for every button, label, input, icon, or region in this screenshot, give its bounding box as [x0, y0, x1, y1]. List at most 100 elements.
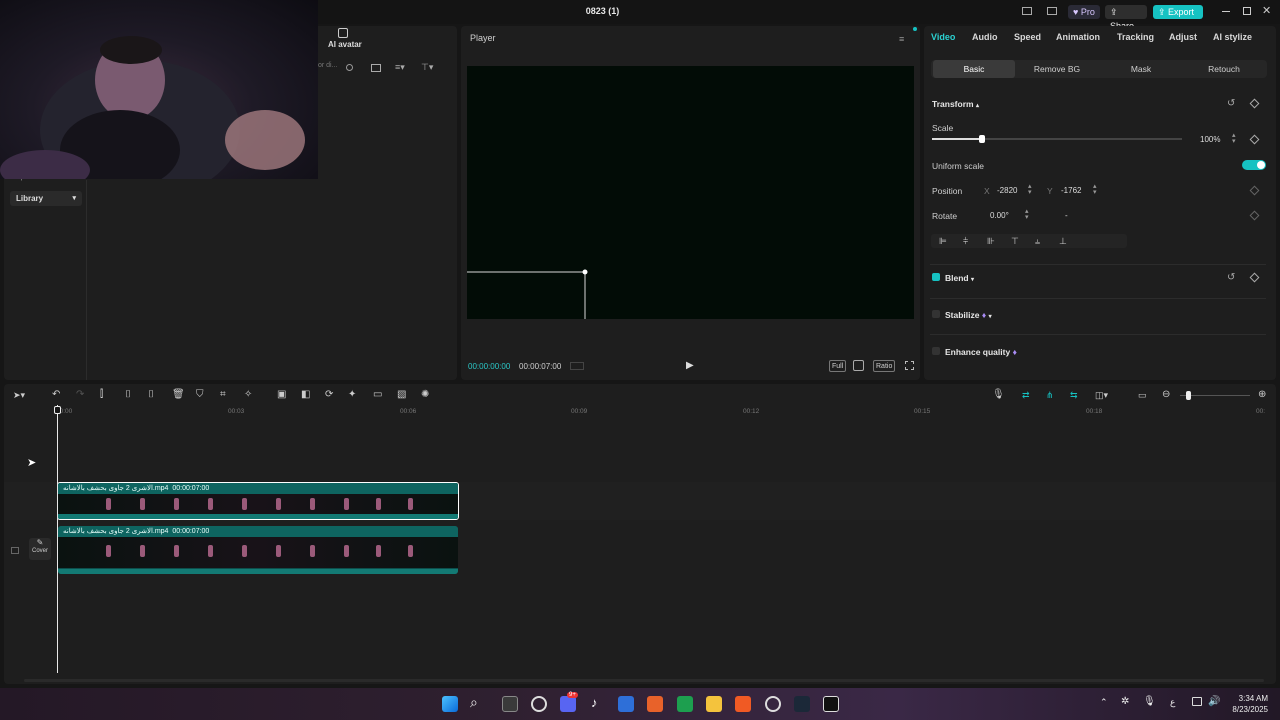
fullscreen-icon[interactable]: [905, 361, 914, 370]
scale-slider[interactable]: [932, 135, 1182, 143]
full-quality-button[interactable]: Full: [829, 360, 847, 372]
uniform-scale-toggle[interactable]: [1242, 160, 1266, 170]
language-indicator[interactable]: ع: [1170, 697, 1175, 708]
undo-icon[interactable]: ↶: [52, 389, 60, 400]
clock-time[interactable]: 3:34 AM: [1228, 694, 1268, 703]
mirror-icon[interactable]: ◧: [301, 389, 310, 400]
transform-title[interactable]: Transform ▴: [932, 99, 979, 109]
grid-view-icon[interactable]: [371, 64, 381, 72]
mic-tray-icon[interactable]: 🎙: [1143, 696, 1156, 707]
preview-axis-icon[interactable]: ◫▾: [1095, 390, 1108, 401]
clock-date[interactable]: 8/23/2025: [1222, 705, 1268, 714]
brave-icon[interactable]: [735, 696, 751, 712]
tab-adjust[interactable]: Adjust: [1169, 32, 1197, 42]
stepper-icon[interactable]: ▴ ▾: [1025, 208, 1029, 221]
sort-icon[interactable]: ≡▾: [395, 62, 405, 73]
blend-checkbox[interactable]: [932, 273, 940, 281]
zoom-slider-handle[interactable]: [1186, 391, 1191, 400]
close-icon[interactable]: ✕: [1262, 4, 1271, 17]
timeline-ruler[interactable]: 00:00 00:03 00:06 00:09 00:12 00:15 00:1…: [56, 405, 1276, 419]
subtab-retouch[interactable]: Retouch: [1183, 60, 1265, 78]
discord-icon[interactable]: [560, 696, 576, 712]
align-top-icon[interactable]: ⊤: [1011, 236, 1019, 247]
align-right-icon[interactable]: ⊪: [987, 236, 995, 247]
redo-icon[interactable]: ↷: [76, 389, 84, 400]
split-left-icon[interactable]: ⌷: [125, 389, 131, 400]
align-center-v-icon[interactable]: ⫨: [1035, 236, 1040, 247]
zoom-in-icon[interactable]: ⊕: [1258, 389, 1266, 400]
scale-slider-handle[interactable]: [979, 135, 985, 143]
caption-icon[interactable]: ▭: [373, 389, 382, 400]
maximize-icon[interactable]: [1243, 7, 1251, 15]
reset-icon[interactable]: ↺: [1227, 98, 1235, 109]
blend-title[interactable]: Blend ▾: [945, 273, 974, 283]
enhance-quality-title[interactable]: Enhance quality ♦: [945, 347, 1017, 357]
pro-button[interactable]: ♥ Pro: [1068, 5, 1100, 19]
freeze-icon[interactable]: ▣: [277, 389, 286, 400]
sidebar-item-library[interactable]: Library ▾: [10, 191, 82, 206]
minimize-icon[interactable]: [1222, 11, 1230, 12]
tab-ai-stylize[interactable]: AI stylize: [1213, 32, 1252, 42]
position-y-input[interactable]: -1762: [1061, 186, 1081, 195]
track-icon[interactable]: [11, 547, 19, 554]
link-main-track-icon[interactable]: ⇄: [1022, 390, 1030, 401]
file-explorer-icon[interactable]: [706, 696, 722, 712]
timeline-scrollbar[interactable]: [24, 679, 1264, 682]
reset-icon[interactable]: ↺: [1227, 272, 1235, 283]
image-edit-icon[interactable]: ▧: [397, 389, 406, 400]
stepper-icon[interactable]: ▴ ▾: [1232, 132, 1236, 145]
screenshot-icon[interactable]: [853, 360, 864, 371]
rotate-input[interactable]: 0.00°: [990, 211, 1009, 220]
tiktok-icon[interactable]: ♪: [591, 695, 598, 710]
xbox-icon[interactable]: [677, 696, 693, 712]
align-center-h-icon[interactable]: ⫩: [963, 236, 968, 247]
settings-tray-icon[interactable]: ✲: [1121, 696, 1129, 707]
subtab-mask[interactable]: Mask: [1099, 60, 1183, 78]
playhead[interactable]: [57, 405, 58, 673]
microphone-icon[interactable]: 🎙: [992, 389, 1005, 400]
search-icon[interactable]: ⌕: [470, 694, 478, 711]
scale-value[interactable]: 100%: [1200, 135, 1220, 144]
snap-icon[interactable]: ⇆: [1070, 390, 1078, 401]
tab-audio[interactable]: Audio: [972, 32, 998, 42]
timecode-format-icon[interactable]: [570, 362, 584, 370]
rotate-clip-icon[interactable]: ⟳: [325, 389, 333, 400]
magic-icon[interactable]: ✦: [348, 389, 356, 400]
tab-video[interactable]: Video: [931, 32, 955, 42]
subtab-remove-bg[interactable]: Remove BG: [1015, 60, 1099, 78]
select-tool-icon[interactable]: ➤▾: [13, 390, 25, 401]
ratio-button[interactable]: Ratio: [873, 360, 896, 372]
stabilize-checkbox[interactable]: [932, 310, 940, 318]
shortcuts-icon[interactable]: [1047, 7, 1057, 15]
filter-icon[interactable]: ⊤▾: [421, 62, 433, 73]
windows-start-icon[interactable]: [442, 696, 458, 712]
stepper-icon[interactable]: ▴ ▾: [1028, 183, 1032, 196]
task-view-icon[interactable]: [502, 696, 518, 712]
tab-tracking[interactable]: Tracking: [1117, 32, 1154, 42]
tab-speed[interactable]: Speed: [1014, 32, 1041, 42]
timeline-clip[interactable]: الاشرى 2 جاوى بحشف بالاشانه.mp4 00:00:07…: [58, 526, 458, 574]
rotate-dash[interactable]: -: [1065, 211, 1068, 220]
video-canvas[interactable]: [467, 66, 914, 319]
obs-icon[interactable]: [765, 696, 781, 712]
steam-icon[interactable]: [794, 696, 810, 712]
effects-icon[interactable]: ✺: [421, 389, 429, 400]
subtab-basic[interactable]: Basic: [933, 60, 1015, 78]
capcut-icon[interactable]: [823, 696, 839, 712]
store-icon[interactable]: [618, 696, 634, 712]
stepper-icon[interactable]: ▴ ▾: [1093, 183, 1097, 196]
menu-icon[interactable]: ≡: [899, 34, 904, 44]
zoom-out-icon[interactable]: ⊖: [1162, 389, 1170, 400]
export-button[interactable]: ⇪ Export: [1153, 5, 1203, 19]
avatar-icon[interactable]: [338, 28, 348, 38]
network-icon[interactable]: [1192, 697, 1202, 706]
browser-icon[interactable]: [531, 696, 547, 712]
tray-chevron-icon[interactable]: ⌃: [1100, 697, 1108, 708]
play-button[interactable]: ▶: [686, 360, 694, 371]
split-right-icon[interactable]: ⌷: [148, 389, 154, 400]
timeline-clip[interactable]: الاشرى 2 جاوى بحشف بالاشانه.mp4 00:00:07…: [57, 482, 459, 520]
align-bottom-icon[interactable]: ⊥: [1059, 236, 1067, 247]
app-icon[interactable]: [647, 696, 663, 712]
mark-icon[interactable]: ⛉: [196, 389, 204, 400]
cover-button[interactable]: ✎ Cover: [29, 538, 51, 560]
